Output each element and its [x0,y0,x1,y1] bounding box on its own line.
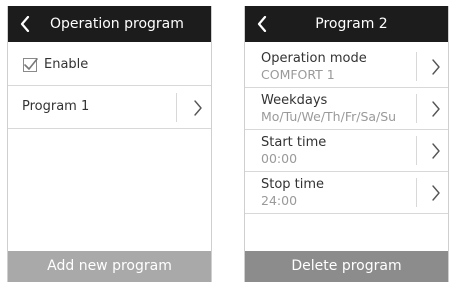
setting-label: Weekdays [261,93,328,108]
page-title: Program 2 [315,16,388,32]
setting-value: Mo/Tu/We/Th/Fr/Sa/Su [261,109,397,124]
chevron-right-icon [432,100,440,117]
chevron-right-icon [432,142,440,159]
operation-program-screen: Operation program Enable Program 1 Add n… [7,6,212,282]
enable-label: Enable [44,57,89,72]
setting-label: Start time [261,135,327,150]
open-setting-button[interactable] [424,46,448,87]
list-item-start-time[interactable]: Start time 00:00 [245,130,448,172]
list-item-weekdays[interactable]: Weekdays Mo/Tu/We/Th/Fr/Sa/Su [245,88,448,130]
setting-label: Operation mode [261,51,367,66]
back-button[interactable] [16,6,34,42]
screen-header: Operation program [8,6,211,42]
checkmark-icon [24,58,38,70]
enable-checkbox[interactable] [23,58,38,72]
chevron-right-icon [432,184,440,201]
open-setting-button[interactable] [424,130,448,171]
setting-value: COMFORT 1 [261,67,335,82]
row-divider [416,136,417,165]
chevron-right-icon [194,99,202,116]
list-item-operation-mode[interactable]: Operation mode COMFORT 1 [245,46,448,88]
open-setting-button[interactable] [424,88,448,129]
setting-label: Stop time [261,177,325,192]
screen-header: Program 2 [245,6,448,42]
list-item-stop-time[interactable]: Stop time 24:00 [245,172,448,214]
open-setting-button[interactable] [424,172,448,213]
delete-program-button[interactable]: Delete program [245,251,448,282]
row-divider [416,94,417,123]
row-divider [416,52,417,81]
row-divider [176,93,177,122]
open-program-button[interactable] [186,87,210,128]
chevron-right-icon [432,58,440,75]
chevron-left-icon [20,16,30,32]
enable-checkbox-row[interactable]: Enable [8,46,211,86]
program-detail-screen: Program 2 Operation mode COMFORT 1 Weekd… [244,6,449,282]
row-divider [416,178,417,207]
add-new-program-button[interactable]: Add new program [8,251,211,282]
program-label: Program 1 [22,99,90,114]
setting-value: 24:00 [261,193,298,208]
page-title: Operation program [50,16,184,32]
setting-value: 00:00 [261,151,298,166]
list-item-program[interactable]: Program 1 [8,87,211,129]
